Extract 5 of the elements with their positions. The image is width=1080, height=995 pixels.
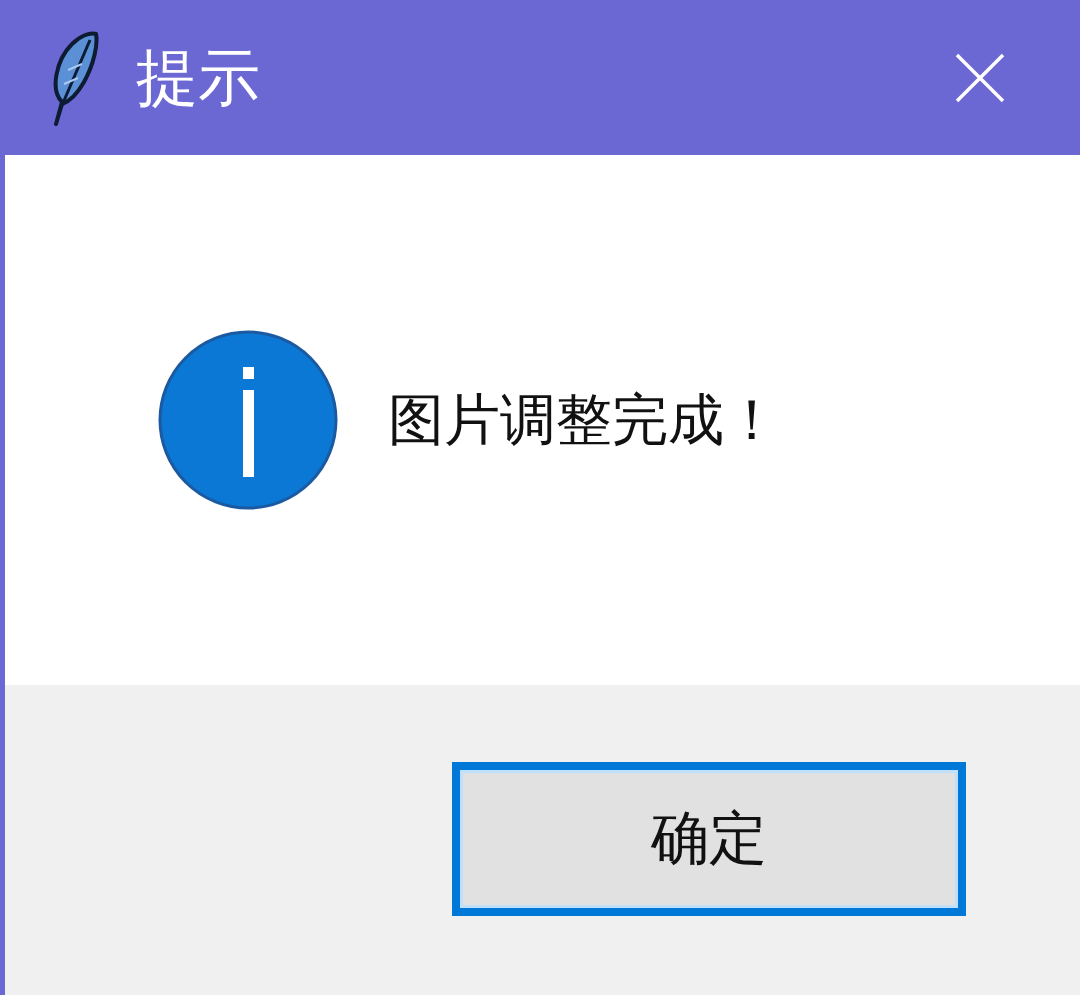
message-text: 图片调整完成！ — [388, 389, 780, 451]
close-icon — [955, 52, 1005, 103]
window-title: 提示 — [136, 46, 260, 109]
info-icon — [158, 330, 338, 510]
ok-button[interactable]: 确定 — [452, 762, 966, 916]
